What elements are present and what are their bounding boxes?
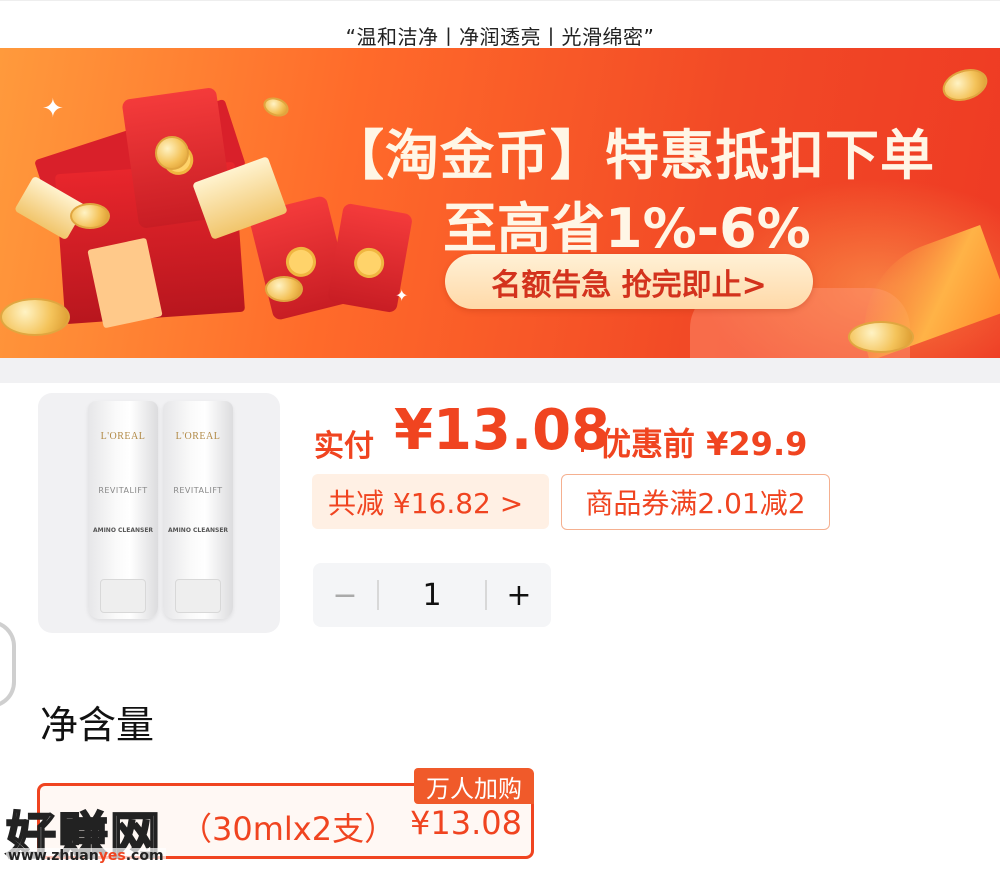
- coin-icon: [265, 276, 303, 302]
- site-watermark: 好赚网 www.zhuanyes.com: [0, 790, 200, 878]
- sku-option-label: （30mlx2支）: [180, 810, 397, 848]
- popular-badge: 万人加购: [414, 768, 534, 804]
- caption-bar: “温和洁净丨净润透亮丨光滑绵密”: [0, 0, 1000, 49]
- sku-option-price: ¥13.08: [410, 804, 522, 842]
- tube-sub-text: AMINO CLEANSER: [167, 527, 229, 534]
- quantity-value[interactable]: 1: [379, 563, 485, 627]
- banner-title-line2: 至高省1%-6%: [443, 197, 811, 260]
- discount-detail-button[interactable]: 共减 ¥16.82 >: [312, 474, 549, 529]
- coin-icon: [848, 321, 914, 353]
- price-divider: [581, 424, 584, 452]
- coin-icon: [70, 203, 110, 229]
- coin-icon: [155, 136, 189, 170]
- sparkle-icon: ✦: [395, 286, 409, 305]
- product-image[interactable]: L'OREAL REVITALIFT AMINO CLEANSER L'OREA…: [38, 393, 280, 633]
- watermark-url-prefix: www.zhuan: [8, 848, 99, 864]
- coin-icon: [0, 298, 70, 336]
- tube-brand-text: L'OREAL: [175, 431, 221, 442]
- quantity-stepper: − 1 +: [313, 563, 551, 627]
- increment-button[interactable]: +: [487, 563, 551, 627]
- paid-price: ¥13.08: [394, 398, 611, 463]
- watermark-url: www.zhuanyes.com: [6, 848, 166, 864]
- watermark-url-highlight: yes: [98, 848, 126, 864]
- section-divider: [0, 358, 1000, 383]
- tube-line-text: REVITALIFT: [173, 486, 223, 495]
- tube-cap: [100, 579, 146, 613]
- original-price: 优惠前 ¥29.9: [599, 425, 808, 463]
- tube-sub-text: AMINO CLEANSER: [92, 527, 154, 534]
- tube-line-text: REVITALIFT: [98, 486, 148, 495]
- coin-icon: [938, 63, 992, 107]
- tube-brand-text: L'OREAL: [100, 431, 146, 442]
- tube-cap: [175, 579, 221, 613]
- banner-title-line1: 【淘金币】特惠抵扣下单: [330, 124, 935, 187]
- sparkle-icon: ✦: [42, 94, 64, 124]
- side-drag-handle[interactable]: [0, 620, 16, 708]
- coupon-badge[interactable]: 商品券满2.01减2: [561, 474, 830, 530]
- coin-icon: [260, 94, 292, 120]
- caption-text: “温和洁净丨净润透亮丨光滑绵密”: [345, 25, 655, 49]
- banner-cta-button[interactable]: 名额告急 抢完即止>: [445, 254, 813, 309]
- decrement-button[interactable]: −: [313, 563, 377, 627]
- product-tube: L'OREAL REVITALIFT AMINO CLEANSER: [163, 401, 233, 619]
- watermark-url-suffix: .com: [125, 848, 164, 864]
- section-title-volume: 净含量: [40, 703, 155, 747]
- paid-label: 实付: [314, 429, 374, 464]
- product-tube: L'OREAL REVITALIFT AMINO CLEANSER: [88, 401, 158, 619]
- promo-banner[interactable]: ✦ ✦ 【淘金币】特惠抵扣下单 至高省1%-6% 名额告急 抢完即止>: [0, 48, 1000, 358]
